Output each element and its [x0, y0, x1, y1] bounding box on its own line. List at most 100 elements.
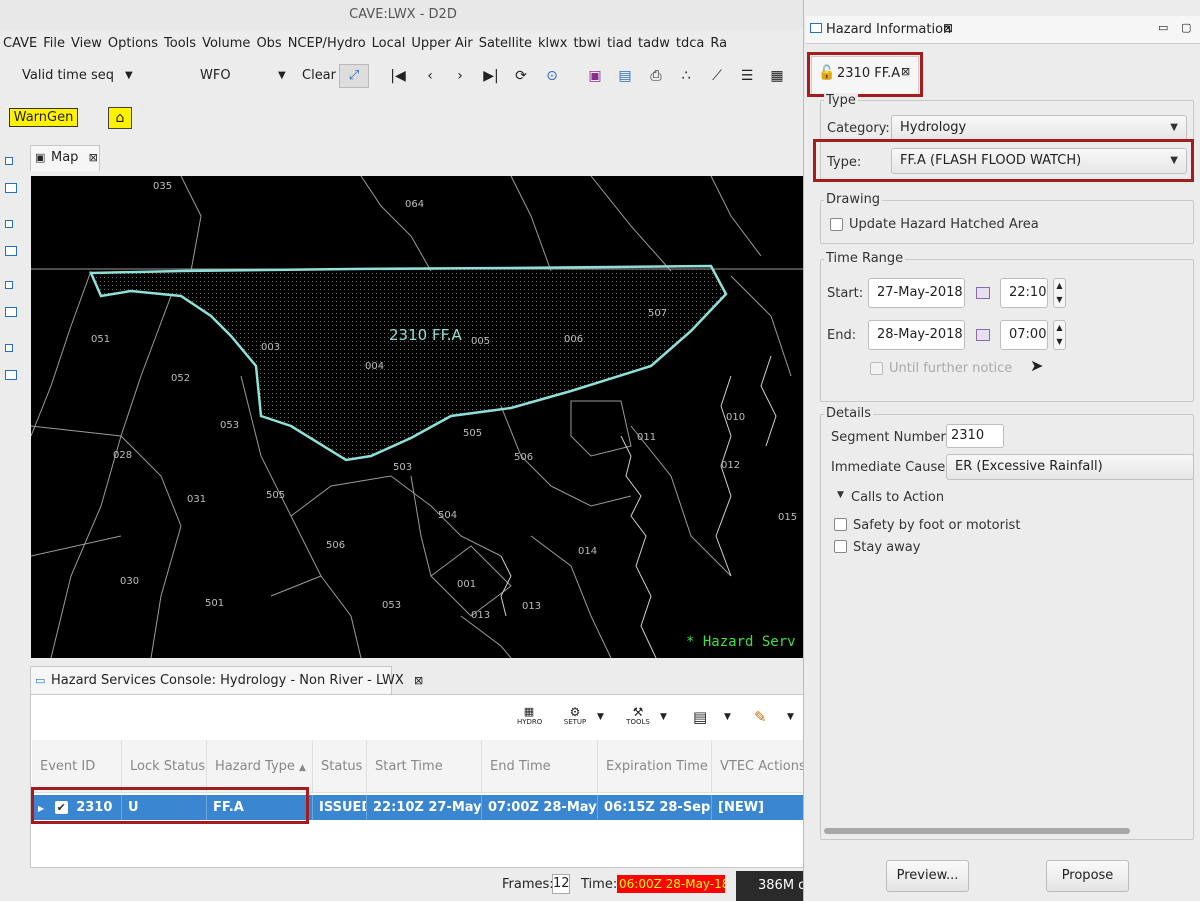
close-icon[interactable]: ⊠: [89, 151, 98, 164]
immediate-cause-select[interactable]: ER (Excessive Rainfall): [946, 454, 1194, 480]
menu-tdca[interactable]: tdca: [673, 32, 707, 56]
menu-klwx[interactable]: klwx: [535, 32, 570, 56]
column-vtec-actions[interactable]: VTEC Actions: [712, 740, 806, 793]
update-hatched-checkbox[interactable]: [830, 218, 843, 231]
calls-to-action-label[interactable]: Calls to Action: [851, 490, 944, 505]
chevron-down-icon[interactable]: ▼: [724, 712, 731, 738]
menu-tools[interactable]: Tools: [161, 32, 199, 56]
menu-ncep-hydro[interactable]: NCEP/Hydro: [285, 32, 369, 56]
stay-away-label: Stay away: [853, 540, 921, 555]
menu-cave[interactable]: CAVE: [0, 32, 40, 56]
segment-number-field[interactable]: 2310: [946, 424, 1004, 448]
chevron-down-icon[interactable]: ▼: [660, 712, 667, 738]
expand-arrow-icon[interactable]: ▼: [837, 490, 844, 500]
menu-radar[interactable]: Ra: [707, 32, 730, 56]
loop-icon[interactable]: ⟳: [511, 67, 531, 85]
zone-label: 011: [637, 432, 656, 443]
valid-time-seq-dropdown[interactable]: Valid time seq: [22, 68, 114, 83]
menu-tiad[interactable]: tiad: [604, 32, 635, 56]
start-date-field[interactable]: 27-May-2018: [868, 278, 965, 308]
restore-icon[interactable]: [5, 157, 13, 165]
menu-view[interactable]: View: [68, 32, 105, 56]
preview-button[interactable]: Preview...: [886, 860, 969, 892]
layout-icon[interactable]: ▦: [767, 67, 787, 85]
window-icon[interactable]: [5, 307, 17, 317]
chevron-down-icon[interactable]: ▼: [597, 712, 604, 738]
hydro-icon: ▦: [523, 705, 535, 718]
map-icon[interactable]: ▤: [615, 67, 635, 85]
home-icon[interactable]: ⌂: [108, 107, 132, 129]
tools-button[interactable]: ⚒ TOOLS: [625, 706, 651, 732]
refresh-icon[interactable]: ⊙: [542, 67, 562, 85]
window-icon[interactable]: [5, 183, 17, 193]
wfo-dropdown[interactable]: WFO: [200, 68, 231, 83]
document-icon[interactable]: ▤: [693, 708, 707, 734]
category-select[interactable]: Hydrology ▼: [891, 115, 1187, 141]
setup-tool-button[interactable]: ⚙ SETUP: [562, 706, 588, 732]
start-time-field[interactable]: 22:10: [1000, 278, 1048, 308]
zone-label: 501: [205, 598, 224, 609]
chevron-down-icon[interactable]: ▼: [787, 712, 794, 738]
window-icon[interactable]: [5, 246, 17, 256]
last-frame-icon[interactable]: ▶|: [481, 67, 501, 85]
stay-away-checkbox[interactable]: [834, 540, 847, 553]
zone-label: 014: [578, 546, 597, 557]
column-expiration-time[interactable]: Expiration Time: [598, 740, 712, 793]
horizontal-scrollbar[interactable]: [824, 828, 1130, 834]
hazard-polygon[interactable]: [89, 264, 728, 462]
legend-icon[interactable]: ☰: [737, 67, 757, 85]
column-hazard-type[interactable]: Hazard Type ▲: [207, 740, 313, 793]
warngen-button[interactable]: WarnGen: [9, 108, 78, 127]
pencil-icon[interactable]: ✎: [754, 708, 767, 734]
zoom-fit-icon[interactable]: ⤢: [339, 64, 369, 88]
hydro-tool-button[interactable]: ▦ HYDRO: [517, 705, 543, 732]
print-icon[interactable]: ⎙: [646, 67, 666, 85]
zone-label: 031: [187, 494, 206, 505]
frames-value[interactable]: 12: [552, 874, 570, 894]
image-properties-icon[interactable]: ▣: [585, 67, 605, 85]
restore-icon[interactable]: [5, 344, 13, 352]
close-icon[interactable]: ⊠: [414, 674, 423, 687]
menu-obs[interactable]: Obs: [253, 32, 284, 56]
tab-map[interactable]: ▣ Map ⊠: [30, 145, 100, 171]
end-date-field[interactable]: 28-May-2018: [868, 320, 965, 350]
column-status[interactable]: Status: [313, 740, 367, 793]
menu-file[interactable]: File: [40, 32, 68, 56]
calendar-icon[interactable]: [976, 329, 990, 341]
chevron-down-icon[interactable]: ▼: [125, 70, 133, 81]
chevron-down-icon[interactable]: ▼: [278, 70, 286, 81]
menu-satellite[interactable]: Satellite: [476, 32, 535, 56]
safety-checkbox[interactable]: [834, 518, 847, 531]
end-time-spinner[interactable]: ▲ ▼: [1053, 320, 1066, 350]
menu-tbwi[interactable]: tbwi: [570, 32, 604, 56]
hydro-label: HYDRO: [517, 718, 543, 726]
minimize-icon[interactable]: ▭: [1158, 21, 1168, 34]
map-display[interactable]: 2310 FF.A 035 064 051 003 005 006 507 05…: [31, 176, 806, 658]
zone-label: 010: [726, 412, 745, 423]
next-frame-icon[interactable]: ›: [450, 67, 470, 85]
maximize-icon[interactable]: ▢: [1181, 21, 1191, 34]
tab-hazard-console[interactable]: ▭ Hazard Services Console: Hydrology - N…: [30, 666, 423, 694]
column-start-time[interactable]: Start Time: [367, 740, 482, 793]
column-end-time[interactable]: End Time: [482, 740, 598, 793]
first-frame-icon[interactable]: |◀: [388, 67, 408, 85]
restore-icon[interactable]: [5, 220, 13, 228]
clear-button[interactable]: Clear: [302, 68, 336, 83]
end-time-field[interactable]: 07:00: [1000, 320, 1048, 350]
restore-icon[interactable]: [5, 281, 13, 289]
sample-icon[interactable]: ⟋: [707, 67, 727, 85]
column-lock-status[interactable]: Lock Status: [122, 740, 207, 793]
until-further-notice-checkbox[interactable]: [870, 362, 883, 375]
points-icon[interactable]: ∴: [676, 67, 696, 85]
menu-volume[interactable]: Volume: [199, 32, 253, 56]
previous-frame-icon[interactable]: ‹: [420, 67, 440, 85]
menu-options[interactable]: Options: [105, 32, 161, 56]
start-time-spinner[interactable]: ▲ ▼: [1053, 278, 1066, 308]
menu-tadw[interactable]: tadw: [635, 32, 673, 56]
propose-button[interactable]: Propose: [1046, 860, 1129, 892]
menu-local[interactable]: Local: [369, 32, 409, 56]
calendar-icon[interactable]: [976, 287, 990, 299]
menu-upper-air[interactable]: Upper Air: [408, 32, 475, 56]
column-event-id[interactable]: Event ID: [32, 740, 122, 793]
window-icon[interactable]: [5, 370, 17, 380]
